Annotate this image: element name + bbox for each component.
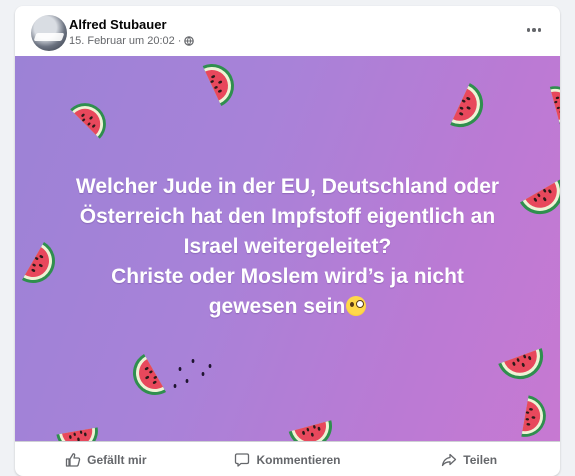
watermelon-decoration (56, 427, 102, 441)
watermelon-decoration (498, 348, 550, 386)
watermelon-decoration (202, 56, 242, 106)
post-meta: 15. Februar um 20:02 · (69, 35, 195, 47)
watermelon-decoration (549, 81, 560, 126)
post-text: Welcher Jude in der EU, Deutschland oder… (25, 172, 550, 322)
post-text-line: Christe oder Moslem wird’s ja nicht (111, 265, 464, 288)
watermelon-decoration (288, 420, 337, 441)
author-name[interactable]: Alfred Stubauer (69, 17, 167, 32)
post-timestamp[interactable]: 15. Februar um 20:02 (69, 35, 175, 47)
post-text-line-last: gewesen sein (25, 292, 550, 322)
post-header: Alfred Stubauer 15. Februar um 20:02 · (15, 6, 560, 56)
watermelon-decoration (70, 94, 115, 139)
more-options-icon (526, 28, 531, 32)
post-background: Welcher Jude in der EU, Deutschland oder… (15, 56, 560, 441)
globe-icon[interactable] (184, 36, 195, 46)
share-label: Teilen (463, 452, 498, 467)
like-label: Gefällt mir (87, 452, 147, 467)
meta-separator: · (177, 35, 182, 47)
share-icon (442, 453, 457, 466)
scattered-seeds (173, 359, 212, 388)
watermelon-decoration (521, 395, 550, 441)
thumbs-up-icon (66, 452, 81, 467)
watermelon-decoration (124, 353, 166, 404)
comment-label: Kommentieren (256, 452, 341, 467)
post-card: Alfred Stubauer 15. Februar um 20:02 · W… (15, 6, 560, 476)
more-options-button[interactable] (521, 20, 547, 40)
post-text-line: gewesen sein (208, 295, 346, 318)
watermelon-decoration (450, 83, 491, 135)
post-text-line: Israel weitergeleitet? (183, 235, 392, 258)
author-avatar[interactable] (31, 15, 67, 51)
post-text-line: Welcher Jude in der EU, Deutschland oder (75, 175, 500, 198)
comment-icon (235, 452, 250, 467)
face-with-monocle-emoji (346, 296, 367, 316)
post-text-line: Österreich hat den Impfstoff eigentlich … (79, 205, 496, 228)
